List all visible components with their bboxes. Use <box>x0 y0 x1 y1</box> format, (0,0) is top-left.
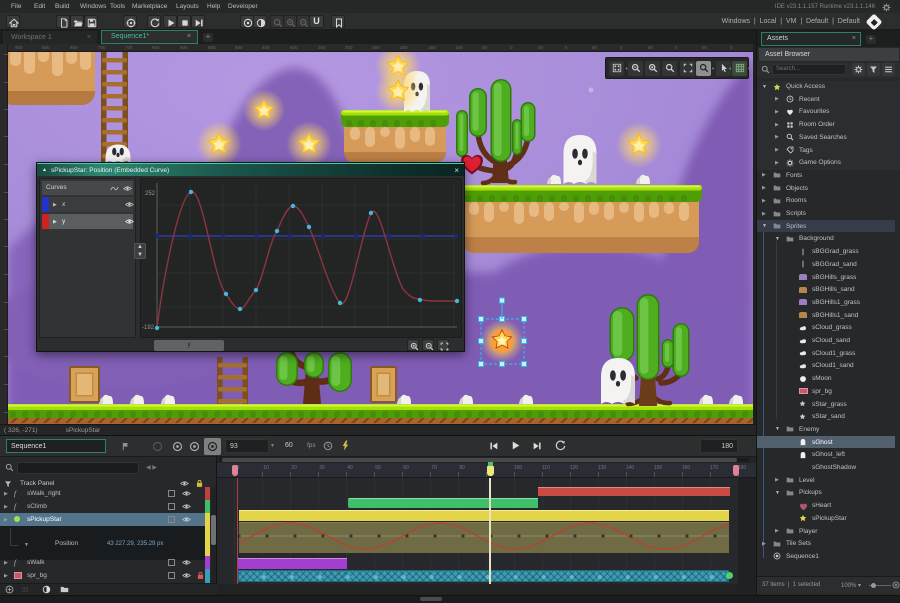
svg-text:-192: -192 <box>142 325 155 331</box>
svg-text:252: 252 <box>145 191 156 197</box>
